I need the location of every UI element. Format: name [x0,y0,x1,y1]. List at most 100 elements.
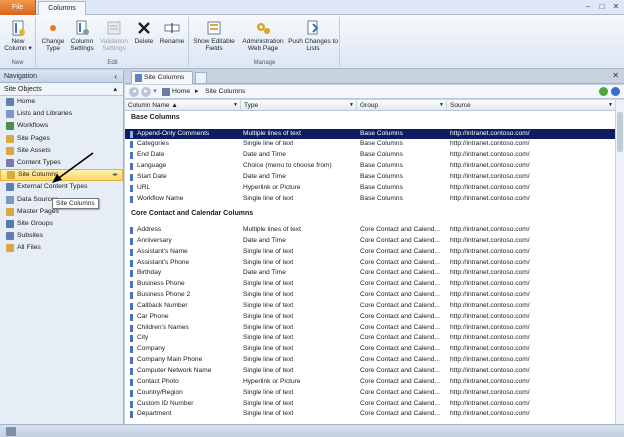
master-pages-icon [6,207,14,216]
sidebar-item[interactable]: All Files [0,242,123,254]
table-row[interactable]: Append-Only Comments Multiple lines of te… [125,128,615,140]
table-row[interactable]: Company Single line of text Core Contact a… [125,344,615,355]
status-icon [6,427,16,436]
minimize-icon[interactable]: – [584,2,592,12]
filter-dropdown-icon[interactable]: ▼ [233,100,238,111]
sidebar-item[interactable]: Workflows [0,120,123,132]
new-column-button[interactable]: New Column ▾ [2,20,34,52]
column-icon [130,130,133,138]
table-row[interactable]: Assistant's Name Single line of text Core … [125,247,615,258]
column-icon [130,195,133,203]
push-changes-button[interactable]: Push Changes to Lists [288,20,338,52]
table-row[interactable]: City Single line of text Core Contact and … [125,333,615,344]
table-row[interactable]: Business Phone 2 Single line of text Core … [125,290,615,301]
collapse-icon[interactable]: ‹ [114,70,117,83]
table-row[interactable]: Callback Number Single line of text Core C… [125,301,615,312]
table-row[interactable]: Categories Single line of text Base Column… [125,139,615,150]
table-row[interactable]: Start Date Date and Time Base Columns http:… [125,172,615,183]
close-tab-icon[interactable]: ✕ [612,71,619,80]
table-row[interactable]: Anniversary Date and Time Core Contact and… [125,236,615,247]
column-header-source[interactable]: Source ▼ [447,100,615,111]
filter-dropdown-icon[interactable]: ▼ [439,100,444,111]
administration-web-page-button[interactable]: Administration Web Page [238,20,288,52]
table-row[interactable]: Children's Names Single line of text Core … [125,323,615,334]
sidebar-item[interactable]: Site Pages [0,133,123,145]
sidebar-item[interactable]: Home [0,96,123,108]
table-row[interactable]: End Date Date and Time Base Columns http://… [125,150,615,161]
vertical-scrollbar[interactable] [615,100,624,424]
close-icon[interactable]: ✕ [612,2,620,12]
column-header-group[interactable]: Group ▼ [357,100,447,111]
table-row[interactable]: Custom ID Number Single line of text Core … [125,399,615,410]
sidebar-item-label: Site Pages [17,134,50,142]
sidebar-item[interactable]: Lists and Libraries [0,108,123,120]
column-icon [130,400,133,408]
tab-columns[interactable]: Columns [38,1,86,16]
breadcrumb-current[interactable]: Site Columns [205,85,245,99]
table-row[interactable]: Birthday Date and Time Core Contact and Ca… [125,268,615,279]
table-cell: http://intranet.contoso.com/ [450,388,530,396]
table-row[interactable]: Company Main Phone Single line of text Cor… [125,355,615,366]
pin-icon[interactable]: ◂▸ [112,169,118,181]
filter-dropdown-icon[interactable]: ▼ [608,100,613,111]
table-cell: http://intranet.contoso.com/ [450,258,530,266]
refresh-icon[interactable] [599,87,608,96]
table-row[interactable]: Department Single line of text Core Contac… [125,409,615,420]
table-row[interactable]: URL Hyperlink or Picture Base Columns http:… [125,183,615,194]
table-row[interactable]: Business Phone Single line of text Core Co… [125,279,615,290]
table-row[interactable]: Car Phone Single line of text Core Contact… [125,312,615,323]
show-editable-fields-button[interactable]: Show Editable Fields [190,20,238,52]
table-row[interactable]: Workflow Name Single line of text Base Col… [125,194,615,205]
table-row[interactable]: Address Multiple lines of text Core Contac… [125,225,615,236]
new-tab-button[interactable] [195,72,207,84]
table-cell: Single line of text [243,291,294,299]
table-cell: Single line of text [243,388,294,396]
filter-dropdown-icon[interactable]: ▼ [349,100,354,111]
site-columns-grid: Column Name ▲ ▼ Type ▼ Group ▼ Source ▼ Base… [125,100,624,424]
delete-button[interactable]: Delete [131,20,157,45]
table-cell: Single line of text [243,356,294,364]
breadcrumb-home[interactable]: Home [172,85,190,99]
validation-settings-button[interactable]: Validation Settings [97,20,131,52]
sidebar-item-label: Home [17,98,36,105]
table-cell: Department [137,410,172,418]
change-type-button[interactable]: Change Type [39,20,67,52]
sidebar-item[interactable]: Subsites [0,230,123,242]
rename-button[interactable]: Rename [157,20,187,45]
table-cell: http://intranet.contoso.com/ [450,247,530,255]
table-cell: Hyperlink or Picture [243,183,301,191]
table-row[interactable]: Language Choice (menu to choose from) Base… [125,161,615,172]
column-icon [130,368,133,375]
table-cell: Core Contact and Calend... [360,312,440,320]
data-sources-icon [6,195,14,204]
table-row[interactable]: Assistant's Phone Single line of text Core… [125,258,615,269]
site-objects-header[interactable]: Site Objects ▴ [0,83,123,96]
pages-icon [6,134,14,143]
sidebar-item-label: Lists and Libraries [17,110,73,118]
table-cell: Start Date [137,172,167,180]
forward-icon[interactable]: ▸ [141,87,151,97]
ribbon-group-label: Edit [107,60,118,66]
table-cell: http://intranet.contoso.com/ [450,129,530,137]
table-row[interactable]: Contact Photo Hyperlink or Picture Core Co… [125,377,615,388]
column-settings-button[interactable]: Column Settings [67,20,97,52]
column-header-type[interactable]: Type ▼ [241,100,357,111]
table-cell: URL [137,183,151,191]
tab-file[interactable]: File [0,0,36,15]
validation-settings-icon [107,21,121,35]
tab-site-columns[interactable]: Site Columns [131,71,193,84]
group-heading: Base Columns [131,114,180,121]
column-header-name[interactable]: Column Name ▲ ▼ [125,100,241,111]
sidebar-item[interactable]: Site Groups [0,218,123,230]
table-row[interactable]: Country/Region Single line of text Core Co… [125,388,615,399]
history-dropdown-icon[interactable]: ▾ [152,87,158,97]
go-icon[interactable] [611,87,620,96]
column-icon [130,226,133,234]
scrollbar-thumb[interactable] [617,112,623,152]
column-icon [130,389,133,397]
home-icon [162,88,170,96]
restore-icon[interactable]: □ [598,2,606,12]
table-cell: http://intranet.contoso.com/ [450,280,530,288]
table-row[interactable]: Computer Network Name Single line of text… [125,366,615,377]
back-icon[interactable]: ◂ [129,87,139,97]
